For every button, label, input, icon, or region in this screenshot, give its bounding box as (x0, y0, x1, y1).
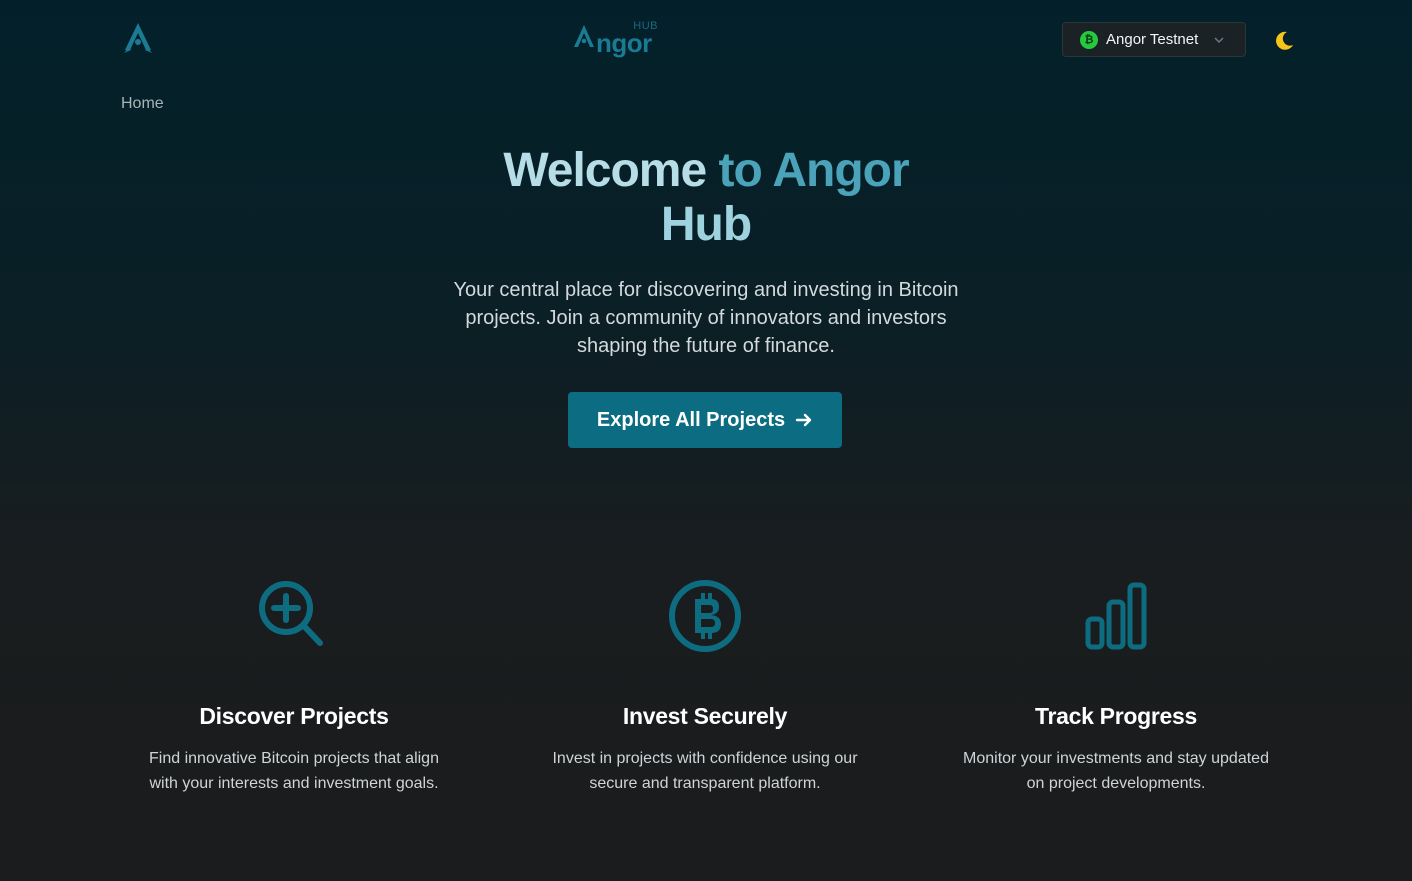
bar-chart-icon (1085, 582, 1147, 650)
chevron-down-icon (1214, 36, 1224, 43)
feature-title: Invest Securely (622, 703, 788, 729)
breadcrumb-home[interactable]: Home (121, 95, 164, 113)
feature-track-progress: Track Progress Monitor your investments … (936, 575, 1296, 796)
feature-title: Discover Projects (199, 703, 389, 729)
top-header: HUB ngor ₿ Angor Testnet (0, 0, 1412, 80)
moon-icon[interactable] (1272, 29, 1296, 53)
logo-word-text: ngor (596, 28, 652, 58)
angor-logo-icon[interactable] (120, 20, 156, 56)
hero-title-part2: to Angor (718, 144, 910, 197)
feature-title: Track Progress (1034, 703, 1197, 729)
search-plus-icon (259, 581, 323, 646)
feature-invest-securely: Invest Securely Invest in projects with … (525, 575, 885, 796)
network-label: Angor Testnet (1106, 31, 1199, 48)
bitcoin-icon: ₿ (1080, 30, 1098, 49)
feature-description: Find innovative Bitcoin projects that al… (149, 750, 439, 792)
feature-description: Monitor your investments and stay update… (963, 750, 1269, 792)
hero-title-part3: Hub (660, 198, 752, 251)
angor-hub-logo[interactable]: HUB ngor (572, 18, 664, 58)
hero-title-part1: Welcome (503, 144, 707, 197)
hero-subtitle: Your central place for discovering and i… (453, 279, 959, 357)
explore-all-projects-button[interactable]: Explore All Projects (568, 392, 842, 448)
feature-description: Invest in projects with confidence using… (552, 750, 858, 792)
arrow-right-icon (795, 413, 812, 427)
bitcoin-icon (669, 580, 741, 652)
network-selector-button[interactable]: ₿ Angor Testnet (1062, 22, 1246, 57)
explore-button-label: Explore All Projects (596, 408, 786, 431)
hero-title: Welcome to Angor Hub (406, 144, 1006, 252)
feature-discover-projects: Discover Projects Find innovative Bitcoi… (114, 575, 474, 796)
